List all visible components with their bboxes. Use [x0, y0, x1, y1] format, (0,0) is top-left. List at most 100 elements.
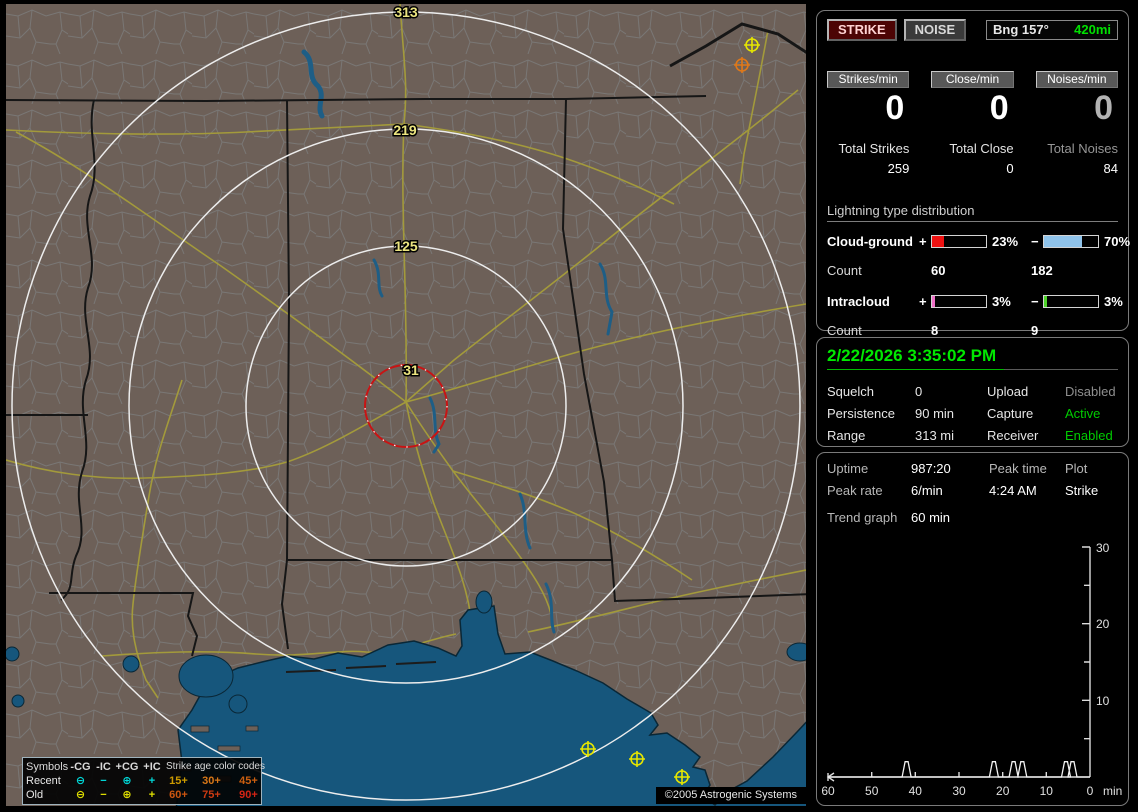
noise-toggle-button[interactable]: NOISE: [903, 19, 967, 41]
legend-col-neg-cg: -CG: [70, 761, 91, 773]
legend-symbols-header: Symbols: [26, 761, 69, 773]
circle-minus-icon: ⊖: [75, 775, 86, 787]
x-tick-40: 40: [909, 784, 923, 798]
cg-negative-pct: 70%: [1104, 234, 1131, 249]
minus-icon: −: [100, 789, 107, 801]
cloud-ground-label: Cloud-ground: [827, 234, 913, 249]
age-code-45: 45+: [239, 775, 258, 787]
legend-col-neg-ic: -IC: [96, 761, 111, 773]
minus-sign: −: [1031, 294, 1039, 309]
close-per-min-button[interactable]: Close/min: [931, 71, 1014, 88]
cg-count-label: Count: [827, 263, 862, 278]
age-code-15: 15+: [169, 775, 188, 787]
total-noises-value: 84: [1103, 161, 1118, 176]
range-value: 313 mi: [915, 428, 955, 443]
persistence-label: Persistence: [827, 406, 895, 421]
minus-sign: −: [1031, 234, 1039, 249]
ic-positive-count: 8: [931, 323, 939, 338]
bearing-readout: Bng 157° 420mi: [986, 20, 1118, 40]
y-tick-30: 30: [1096, 541, 1110, 555]
squelch-value: 0: [915, 384, 923, 399]
ic-negative-bar: [1043, 295, 1099, 308]
ic-count-label: Count: [827, 323, 862, 338]
range-label: Range: [827, 428, 866, 443]
x-tick-0: 0: [1087, 784, 1094, 798]
total-noises-label: Total Noises: [1047, 141, 1118, 156]
y-tick-10: 10: [1096, 694, 1110, 708]
peak-time-value: 4:24 AM: [989, 483, 1037, 498]
distribution-header: Lightning type distribution: [827, 203, 1118, 222]
upload-status: Disabled: [1065, 384, 1116, 399]
noises-per-min-value: 0: [1094, 89, 1113, 127]
uptime-label: Uptime: [827, 461, 869, 476]
plus-sign: +: [919, 234, 927, 249]
age-code-60: 60+: [169, 789, 188, 801]
cg-positive-bar-fill: [932, 236, 945, 247]
noises-per-min-button[interactable]: Noises/min: [1035, 71, 1118, 88]
plus-icon: +: [148, 775, 156, 787]
legend-col-pos-ic: +IC: [143, 761, 161, 773]
ic-positive-pct: 3%: [992, 294, 1011, 309]
x-tick-30: 30: [952, 784, 966, 798]
peak-time-label: Peak time: [989, 461, 1047, 476]
squelch-label: Squelch: [827, 384, 874, 399]
cg-positive-pct: 23%: [992, 234, 1019, 249]
age-code-30: 30+: [202, 775, 221, 787]
receiver-status: Enabled: [1065, 428, 1113, 443]
trend-panel: Uptime 987:20 Peak time Plot Peak rate 6…: [816, 452, 1129, 806]
trend-graph-label: Trend graph: [827, 510, 898, 525]
cg-positive-bar: [931, 235, 987, 248]
plot-value: Strike: [1065, 483, 1099, 498]
ic-negative-bar-fill: [1044, 296, 1048, 307]
bearing-value: Bng 157°: [993, 22, 1049, 37]
ring-label-219: 219: [393, 122, 417, 138]
symbols-legend: Symbols -CG -IC +CG +IC Strike age color…: [22, 757, 265, 805]
map-canvas: 313 219 125 31: [6, 4, 806, 806]
peak-rate-label: Peak rate: [827, 483, 883, 498]
cg-negative-bar-fill: [1044, 236, 1082, 247]
trend-graph: 30 20 10 60 50 40 30 20 10 0 min: [821, 541, 1122, 798]
cg-negative-bar: [1043, 235, 1099, 248]
strike-toggle-button[interactable]: STRIKE: [827, 19, 897, 41]
total-close-value: 0: [1006, 161, 1014, 176]
legend-recent-label: Recent: [26, 775, 61, 787]
close-per-min-value: 0: [989, 89, 1009, 127]
legend-col-pos-cg: +CG: [115, 761, 139, 773]
counters-panel: STRIKE NOISE Bng 157° 420mi Strikes/min …: [816, 10, 1130, 338]
plus-icon: +: [148, 789, 156, 801]
lightning-map[interactable]: 313 219 125 31 Symbols -CG -IC +CG +IC S…: [6, 4, 806, 806]
strikes-per-min-value: 0: [885, 89, 905, 127]
ring-label-125: 125: [394, 238, 418, 254]
age-code-75: 75+: [202, 789, 221, 801]
cg-positive-count: 60: [931, 263, 946, 278]
circle-plus-icon: ⊕: [122, 775, 132, 787]
capture-label: Capture: [987, 406, 1034, 421]
total-close-label: Total Close: [949, 141, 1014, 156]
ring-label-313: 313: [394, 4, 418, 20]
capture-status: Active: [1065, 406, 1101, 421]
y-tick-20: 20: [1096, 617, 1110, 631]
legend-old-label: Old: [26, 789, 44, 801]
upload-label: Upload: [987, 384, 1029, 399]
ic-negative-count: 9: [1031, 323, 1039, 338]
total-strikes-value: 259: [887, 161, 910, 176]
app-window: 313 219 125 31 Symbols -CG -IC +CG +IC S…: [0, 0, 1138, 812]
strikes-per-min-button[interactable]: Strikes/min: [827, 71, 910, 88]
bearing-distance: 420mi: [1074, 22, 1111, 37]
peak-rate-value: 6/min: [911, 483, 943, 498]
intracloud-label: Intracloud: [827, 294, 890, 309]
copyright-text: ©2005 Astrogenic Systems: [655, 787, 806, 804]
age-code-90: 90+: [239, 789, 258, 801]
x-axis-unit: min: [1103, 784, 1122, 798]
circle-minus-icon: ⊖: [75, 789, 86, 801]
ic-positive-bar: [931, 295, 987, 308]
total-strikes-label: Total Strikes: [838, 141, 910, 156]
status-panel: 2/22/2026 3:35:02 PM Squelch 0 Upload Di…: [816, 337, 1129, 447]
trend-window-value: 60 min: [911, 510, 951, 525]
ic-negative-pct: 3%: [1104, 294, 1123, 309]
persistence-value: 90 min: [915, 406, 955, 421]
legend-age-header: Strike age color codes: [166, 761, 265, 772]
ic-positive-bar-fill: [932, 296, 936, 307]
receiver-label: Receiver: [987, 428, 1039, 443]
x-tick-60: 60: [821, 784, 835, 798]
